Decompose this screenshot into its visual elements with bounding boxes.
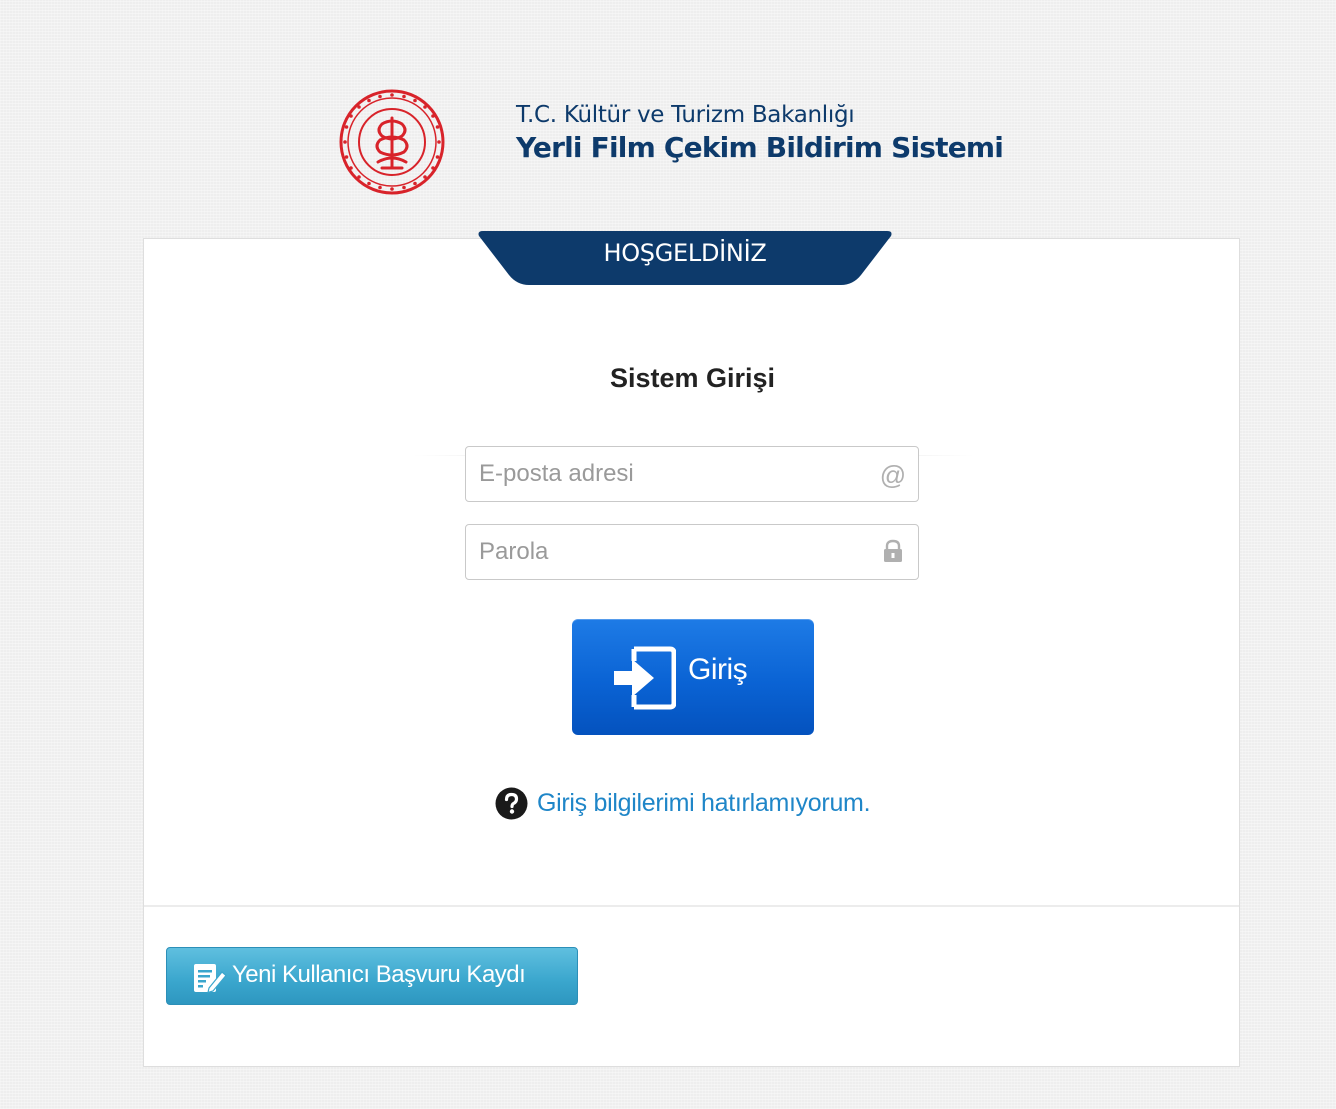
new-user-registration-button[interactable]: Yeni Kullanıcı Başvuru Kaydı bbox=[166, 947, 578, 1005]
lock-icon bbox=[878, 538, 908, 568]
site-header: T.C. Kültür ve Turizm Bakanlığı Yerli Fi… bbox=[338, 88, 1058, 198]
header-titles: T.C. Kültür ve Turizm Bakanlığı Yerli Fi… bbox=[516, 100, 1004, 166]
email-field[interactable]: @ bbox=[465, 446, 919, 502]
email-input[interactable] bbox=[466, 447, 918, 501]
password-field[interactable] bbox=[465, 524, 919, 580]
new-user-registration-label: Yeni Kullanıcı Başvuru Kaydı bbox=[232, 961, 526, 988]
footer-divider bbox=[144, 905, 1239, 907]
login-button[interactable]: Giriş bbox=[572, 619, 814, 735]
system-title: Yerli Film Çekim Bildirim Sistemi bbox=[516, 131, 1004, 164]
login-page: { "header": { "ministry": "T.C. Kültür v… bbox=[0, 0, 1336, 1109]
question-circle-icon bbox=[495, 787, 528, 820]
login-title: Sistem Girişi bbox=[609, 363, 776, 393]
welcome-text: HOŞGELDİNİZ bbox=[603, 239, 767, 267]
sign-in-icon bbox=[614, 646, 676, 710]
at-icon: @ bbox=[879, 460, 907, 490]
login-card: HOŞGELDİNİZ Sistem Girişi @ Giriş bbox=[143, 231, 1240, 1067]
edit-document-icon bbox=[194, 964, 227, 994]
welcome-banner: HOŞGELDİNİZ bbox=[477, 231, 893, 285]
login-button-label: Giriş bbox=[688, 653, 748, 686]
password-input[interactable] bbox=[466, 525, 918, 579]
forgot-credentials-label: Giriş bilgilerimi hatırlamıyorum. bbox=[537, 789, 871, 817]
ministry-name: T.C. Kültür ve Turizm Bakanlığı bbox=[516, 102, 855, 128]
ministry-seal-icon bbox=[339, 89, 445, 195]
